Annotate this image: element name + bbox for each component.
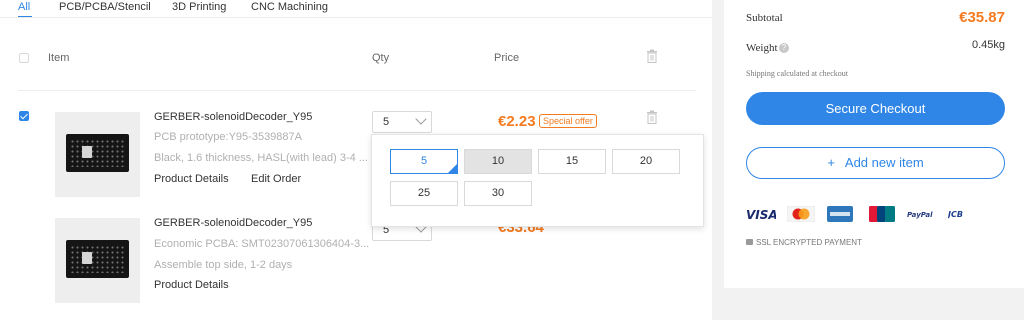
american-express-icon: [827, 206, 853, 222]
svg-text:JCB: JCB: [948, 210, 963, 219]
header-divider: [18, 90, 696, 91]
subtotal-label: Subtotal: [746, 12, 783, 24]
product-details-link[interactable]: Product Details: [154, 173, 229, 185]
paypal-icon: PayPal: [907, 211, 933, 219]
product-options: Assemble top side, 1-2 days: [154, 259, 293, 271]
jcb-icon: JCB: [948, 210, 963, 219]
product-thumbnail: [55, 218, 140, 303]
subtotal-value: €35.87: [959, 9, 1005, 26]
product-name[interactable]: GERBER-solenoidDecoder_Y95: [154, 217, 312, 229]
ssl-text: SSL ENCRYPTED PAYMENT: [756, 238, 862, 247]
add-new-item-label: Add new item: [844, 155, 924, 170]
cart-panel: All PCB/PCBA/Stencil 3D Printing CNC Mac…: [0, 0, 712, 320]
header-item: Item: [48, 52, 70, 64]
ssl-notice: SSL ENCRYPTED PAYMENT: [746, 238, 862, 247]
tab-cnc-machining[interactable]: CNC Machining: [251, 0, 328, 14]
tab-3d-printing[interactable]: 3D Printing: [172, 0, 226, 14]
tab-all[interactable]: All: [18, 0, 30, 14]
qty-option-15[interactable]: 15: [538, 149, 606, 174]
select-all-checkbox[interactable]: [19, 53, 29, 63]
product-options: Black, 1.6 thickness, HASL(with lead) 3-…: [154, 152, 368, 164]
edit-order-link[interactable]: Edit Order: [251, 173, 301, 185]
item-checkbox[interactable]: [19, 111, 29, 121]
qty-option-30[interactable]: 30: [464, 181, 532, 206]
qty-option-25[interactable]: 25: [390, 181, 458, 206]
plus-icon: +: [827, 155, 835, 170]
product-thumbnail: [55, 112, 140, 197]
tabs-divider: [0, 17, 712, 18]
unionpay-icon: [869, 206, 895, 222]
add-new-item-button[interactable]: + Add new item: [746, 147, 1005, 179]
product-name[interactable]: GERBER-solenoidDecoder_Y95: [154, 111, 312, 123]
delete-all-icon[interactable]: [646, 49, 658, 63]
product-spec: PCB prototype:Y95-3539887A: [154, 131, 302, 143]
maestro-icon: [787, 206, 815, 222]
qty-option-5[interactable]: 5: [390, 149, 458, 174]
qty-option-10[interactable]: 10: [464, 149, 532, 174]
quantity-value: 5: [383, 116, 390, 128]
qty-option-20[interactable]: 20: [612, 149, 680, 174]
product-spec: Economic PCBA: SMT02307061306404-3...: [154, 238, 370, 250]
item-price: €2.23: [498, 113, 536, 130]
shipping-note: Shipping calculated at checkout: [746, 69, 848, 78]
quantity-select[interactable]: 5: [372, 111, 432, 133]
weight-value: 0.45kg: [971, 39, 1005, 51]
product-details-link[interactable]: Product Details: [154, 279, 229, 291]
help-icon[interactable]: ?: [779, 43, 789, 53]
pcb-image: [66, 134, 129, 172]
lock-icon: [746, 239, 753, 245]
svg-text:PayPal: PayPal: [907, 211, 933, 219]
chevron-down-icon: [415, 113, 427, 125]
header-price: Price: [494, 52, 520, 64]
special-offer-badge: Special offer: [539, 114, 597, 128]
secure-checkout-button[interactable]: Secure Checkout: [746, 92, 1005, 125]
order-summary-panel: Subtotal €35.87 Weight ? 0.45kg Shipping…: [724, 0, 1024, 288]
quantity-dropdown: 5 10 15 20 25 30: [371, 134, 704, 227]
header-qty: Qty: [372, 52, 390, 64]
pcb-image: [66, 240, 129, 278]
tab-pcb-pcba-stencil[interactable]: PCB/PCBA/Stencil: [59, 0, 151, 14]
svg-text:VISA: VISA: [746, 208, 776, 222]
delete-item-icon[interactable]: [646, 110, 658, 124]
visa-icon: VISA: [746, 208, 776, 222]
weight-label: Weight: [746, 42, 778, 54]
